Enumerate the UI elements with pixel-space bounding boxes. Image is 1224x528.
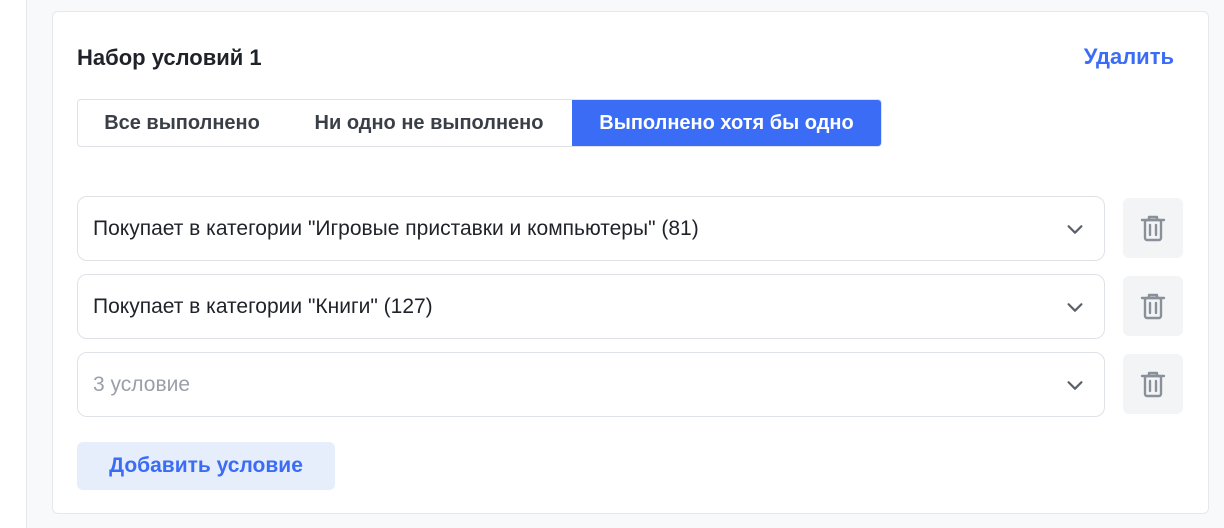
chevron-down-icon — [1067, 302, 1083, 312]
match-mode-selector: Все выполнено Ни одно не выполнено Выпол… — [77, 99, 882, 147]
condition-set-title: Набор условий 1 — [77, 45, 262, 70]
left-rail — [0, 0, 27, 528]
delete-condition-3-button[interactable] — [1123, 354, 1183, 414]
condition-set-card: Набор условий 1 Удалить Все выполнено Ни… — [52, 11, 1209, 514]
delete-condition-set-button[interactable]: Удалить — [1084, 44, 1174, 70]
condition-select-2[interactable]: Покупает в категории "Книги" (127) — [77, 274, 1105, 339]
delete-condition-2-button[interactable] — [1123, 276, 1183, 336]
add-condition-button[interactable]: Добавить условие — [77, 442, 335, 490]
trash-icon — [1140, 371, 1166, 398]
chevron-down-icon — [1067, 380, 1083, 390]
condition-placeholder: 3 условие — [93, 372, 191, 396]
chevron-down-icon — [1067, 224, 1083, 234]
trash-icon — [1140, 215, 1166, 242]
condition-value: Покупает в категории "Книги" (127) — [93, 294, 433, 318]
delete-condition-1-button[interactable] — [1123, 198, 1183, 258]
condition-select-1[interactable]: Покупает в категории "Игровые приставки … — [77, 196, 1105, 261]
condition-value: Покупает в категории "Игровые приставки … — [93, 216, 699, 240]
mode-none-met[interactable]: Ни одно не выполнено — [286, 100, 572, 146]
trash-icon — [1140, 293, 1166, 320]
mode-any-met[interactable]: Выполнено хотя бы одно — [572, 100, 881, 146]
condition-select-3[interactable]: 3 условие — [77, 352, 1105, 417]
mode-all-met[interactable]: Все выполнено — [78, 100, 286, 146]
